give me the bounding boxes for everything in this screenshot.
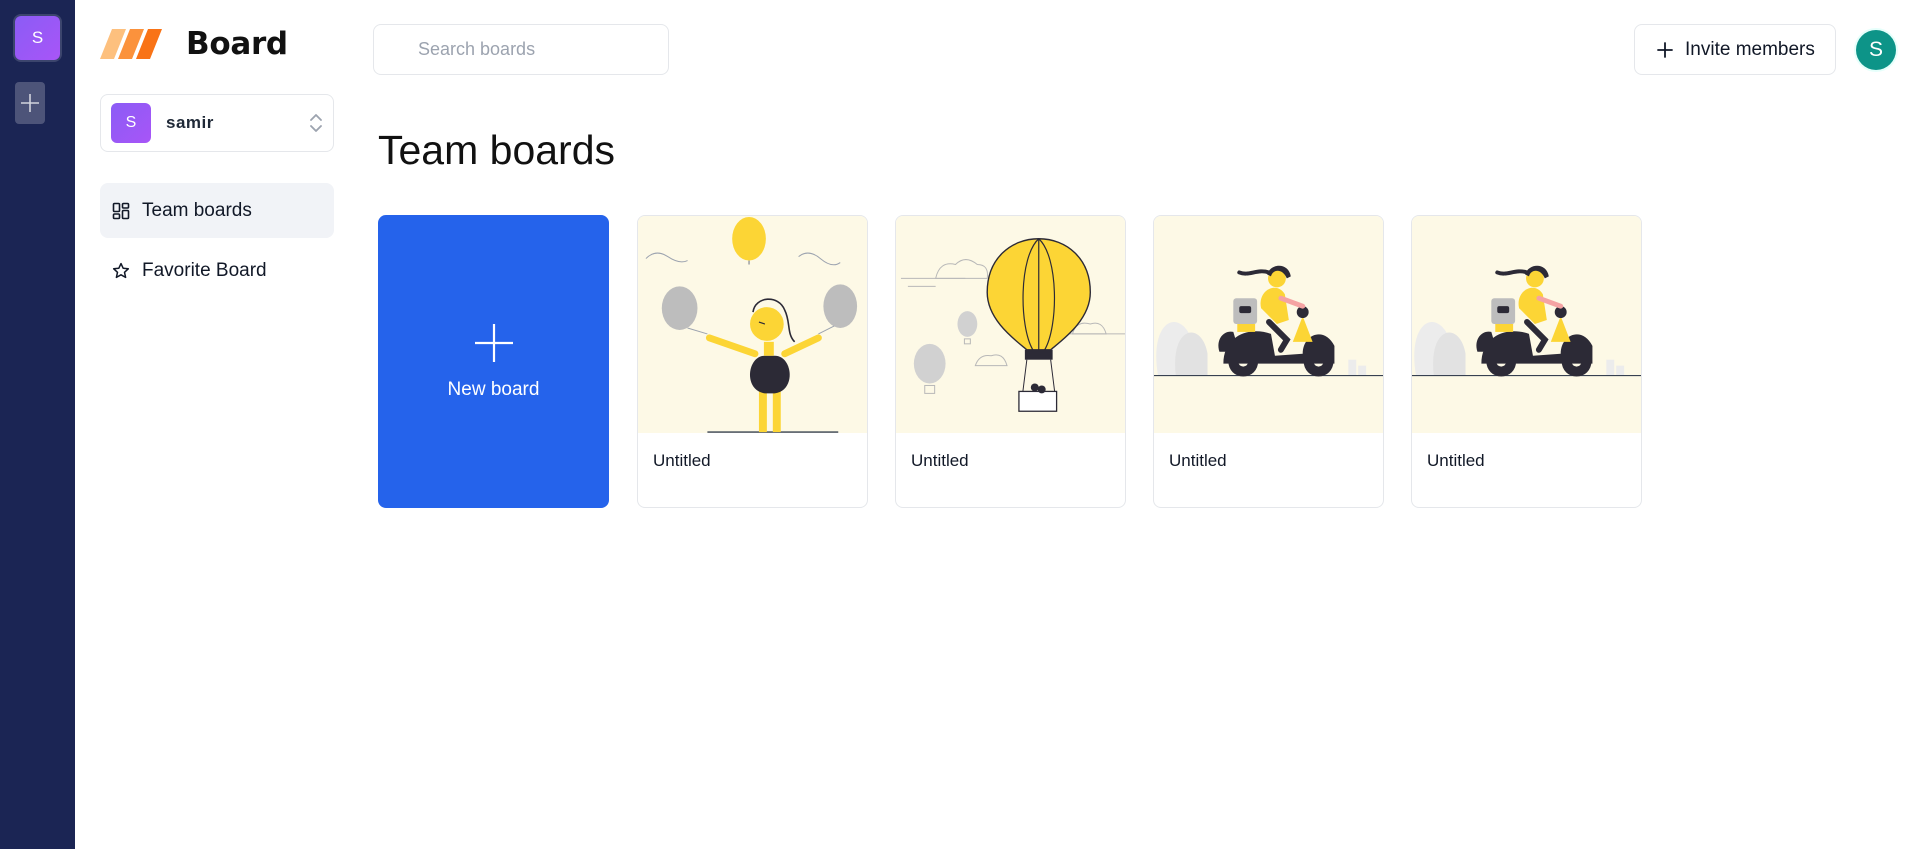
nav-item-team-boards[interactable]: Team boards [100, 183, 334, 238]
person-balloons-illustration [638, 216, 867, 433]
search-input[interactable]: Search boards [373, 24, 669, 75]
user-avatar[interactable]: S [1856, 30, 1896, 70]
board-card[interactable]: Untitled [1411, 215, 1642, 508]
new-board-label: New board [447, 378, 540, 400]
plus-icon [1657, 41, 1673, 58]
user-avatar-initial: S [1868, 38, 1883, 61]
dashboard-icon [112, 202, 130, 219]
logo[interactable]: Board [100, 26, 288, 62]
nav-item-label: Favorite Board [142, 259, 267, 281]
scooter-rider-illustration [1154, 216, 1383, 433]
org-tile-active[interactable]: S [15, 16, 60, 60]
new-board-card[interactable]: New board [378, 215, 609, 508]
chevron-up-down-icon [310, 114, 322, 132]
nav-item-favorite-board[interactable]: Favorite Board [100, 243, 334, 298]
star-icon [112, 262, 130, 278]
page-title: Team boards [378, 127, 616, 173]
plus-icon [474, 323, 513, 362]
invite-members-button[interactable]: Invite members [1634, 24, 1836, 75]
board-title: Untitled [1427, 451, 1485, 470]
add-org-button[interactable] [15, 82, 45, 124]
board-title: Untitled [653, 451, 711, 470]
hot-air-balloon-illustration [896, 216, 1125, 433]
board-title: Untitled [911, 451, 969, 470]
sidebar: Board S samir Team boards Favorite Board [100, 0, 334, 849]
org-avatar-initial: S [125, 114, 137, 131]
org-avatar: S [111, 103, 151, 143]
logo-mark-icon [100, 29, 162, 59]
search-icon [389, 41, 402, 54]
org-name: samir [166, 113, 214, 132]
board-title: Untitled [1169, 451, 1227, 470]
board-card[interactable]: Untitled [895, 215, 1126, 508]
plus-icon [21, 94, 39, 112]
board-card[interactable]: Untitled [1153, 215, 1384, 508]
org-switcher[interactable]: S samir [100, 94, 334, 152]
org-tile-initial: S [31, 28, 44, 47]
board-card[interactable]: Untitled [637, 215, 868, 508]
logo-text: Board [186, 26, 288, 62]
nav-item-label: Team boards [142, 199, 252, 221]
scooter-rider-illustration [1412, 216, 1641, 433]
org-rail: S [0, 0, 75, 849]
invite-members-label: Invite members [1685, 38, 1815, 60]
search-placeholder: Search boards [418, 39, 536, 59]
